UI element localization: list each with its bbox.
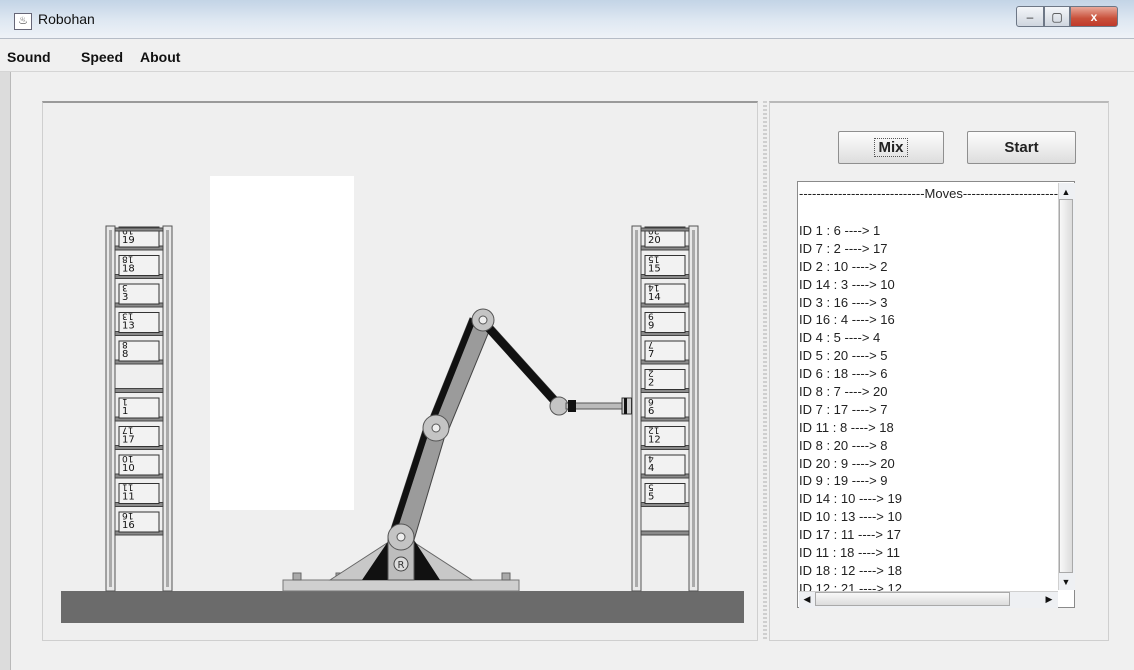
moves-list[interactable]: -----------------------------Moves------…: [799, 186, 1058, 591]
split-pane-divider[interactable]: [763, 101, 767, 641]
wrist-joint: [549, 396, 569, 416]
maximize-button[interactable]: ▢: [1044, 6, 1070, 27]
rack-item-label: 6: [648, 406, 654, 417]
move-item[interactable]: ID 9 : 19 ----> 9: [799, 472, 1058, 490]
rack-item-label: 12: [648, 435, 661, 446]
rack-item-label-mirrored: 9: [648, 311, 654, 321]
rack-item-label-mirrored: 15: [648, 254, 659, 264]
rack-item-label: 4: [648, 463, 654, 474]
rack-item-label: 18: [122, 264, 135, 275]
move-item[interactable]: ID 11 : 8 ----> 18: [799, 419, 1058, 437]
rack-item-label: 8: [122, 349, 128, 360]
rack-item-label-mirrored: 16: [122, 510, 134, 520]
rack-shelf: [640, 530, 690, 536]
move-item[interactable]: ID 4 : 5 ----> 4: [799, 329, 1058, 347]
rack-item-label: 15: [648, 264, 661, 275]
move-item[interactable]: ID 11 : 18 ----> 11: [799, 544, 1058, 562]
scroll-up-arrow[interactable]: ▲: [1059, 185, 1073, 199]
rack-item-label: 1: [122, 406, 128, 417]
rack-item-label: 19: [122, 235, 135, 246]
rack-top-bar: [114, 227, 164, 232]
rack-item-label: 17: [122, 435, 135, 446]
rack-item-label: 10: [122, 463, 135, 474]
rack-item-label-mirrored: 1: [122, 396, 128, 406]
robot-scene: R 1919181833131388111717101011111616 202…: [61, 225, 744, 623]
horizontal-scroll-thumb[interactable]: [815, 592, 1010, 606]
scroll-left-arrow[interactable]: ◀: [800, 592, 814, 606]
close-button[interactable]: x: [1070, 6, 1118, 27]
move-item[interactable]: ID 5 : 20 ----> 5: [799, 347, 1058, 365]
rack-item-label: 14: [648, 292, 661, 303]
rack-top-bar: [640, 227, 690, 232]
rack-item-label-mirrored: 7: [648, 339, 654, 349]
rack-item-label: 5: [648, 492, 654, 503]
rack-item-label-mirrored: 2: [648, 368, 654, 378]
rack-item-label: 16: [122, 520, 135, 531]
move-item[interactable]: ID 1 : 6 ----> 1: [799, 222, 1058, 240]
mix-button-label: Mix: [874, 138, 908, 157]
scroll-down-arrow[interactable]: ▼: [1059, 575, 1073, 589]
move-item[interactable]: ID 12 : 21 ----> 12: [799, 580, 1058, 591]
rack-shelf: [114, 388, 164, 393]
floor: [61, 591, 744, 623]
move-item[interactable]: ID 2 : 10 ----> 2: [799, 258, 1058, 276]
move-item[interactable]: ID 18 : 12 ----> 18: [799, 562, 1058, 580]
move-item[interactable]: ID 6 : 18 ----> 6: [799, 365, 1058, 383]
rack-item-label-mirrored: 5: [648, 482, 654, 492]
rack-item-label: 9: [648, 321, 654, 332]
start-button[interactable]: Start: [967, 131, 1076, 164]
minimize-button[interactable]: –: [1016, 6, 1044, 27]
move-item[interactable]: ID 20 : 9 ----> 20: [799, 455, 1058, 473]
right-rack: 2020151514149977226612124455: [631, 225, 699, 592]
rack-item-label-mirrored: 6: [648, 396, 654, 406]
rack-item-label-mirrored: 10: [122, 453, 134, 463]
robot-base-plate: [282, 579, 520, 592]
rack-item-label-mirrored: 12: [648, 425, 659, 435]
rack-item-label: 3: [122, 292, 128, 303]
rack-item-label: 11: [122, 492, 135, 503]
move-item[interactable]: ID 7 : 2 ----> 17: [799, 240, 1058, 258]
move-item[interactable]: ID 16 : 4 ----> 16: [799, 311, 1058, 329]
rack-item-label: 13: [122, 321, 135, 332]
rack-item-label-mirrored: 4: [648, 453, 654, 463]
rack-item-label-mirrored: 18: [122, 254, 134, 264]
rack-item-label: 20: [648, 235, 661, 246]
rack-item-label-mirrored: 17: [122, 425, 133, 435]
rack-item-label: 2: [648, 378, 654, 389]
rack-item-label-mirrored: 13: [122, 311, 133, 321]
scroll-right-arrow[interactable]: ▶: [1042, 592, 1056, 606]
rack-item-label-mirrored: 14: [648, 282, 660, 292]
move-item[interactable]: ID 10 : 13 ----> 10: [799, 508, 1058, 526]
vertical-scroll-thumb[interactable]: [1059, 199, 1073, 573]
move-item[interactable]: ID 14 : 10 ----> 19: [799, 490, 1058, 508]
rack-item-label-mirrored: 3: [122, 282, 128, 292]
move-item[interactable]: ID 17 : 11 ----> 17: [799, 526, 1058, 544]
move-item[interactable]: ID 7 : 17 ----> 7: [799, 401, 1058, 419]
rack-item-label: 7: [648, 349, 654, 360]
move-item[interactable]: ID 8 : 7 ----> 20: [799, 383, 1058, 401]
rack-item-label-mirrored: 8: [122, 339, 128, 349]
move-item[interactable]: ID 3 : 16 ----> 3: [799, 294, 1058, 312]
mix-button[interactable]: Mix: [838, 131, 944, 164]
svg-text:R: R: [398, 560, 405, 571]
move-item[interactable]: ID 14 : 3 ----> 10: [799, 276, 1058, 294]
move-item[interactable]: ID 8 : 20 ----> 8: [799, 437, 1058, 455]
left-rack: 1919181833131388111717101011111616: [105, 225, 173, 592]
rack-item-label-mirrored: 11: [122, 482, 133, 492]
moves-header: -----------------------------Moves------…: [799, 186, 1058, 201]
